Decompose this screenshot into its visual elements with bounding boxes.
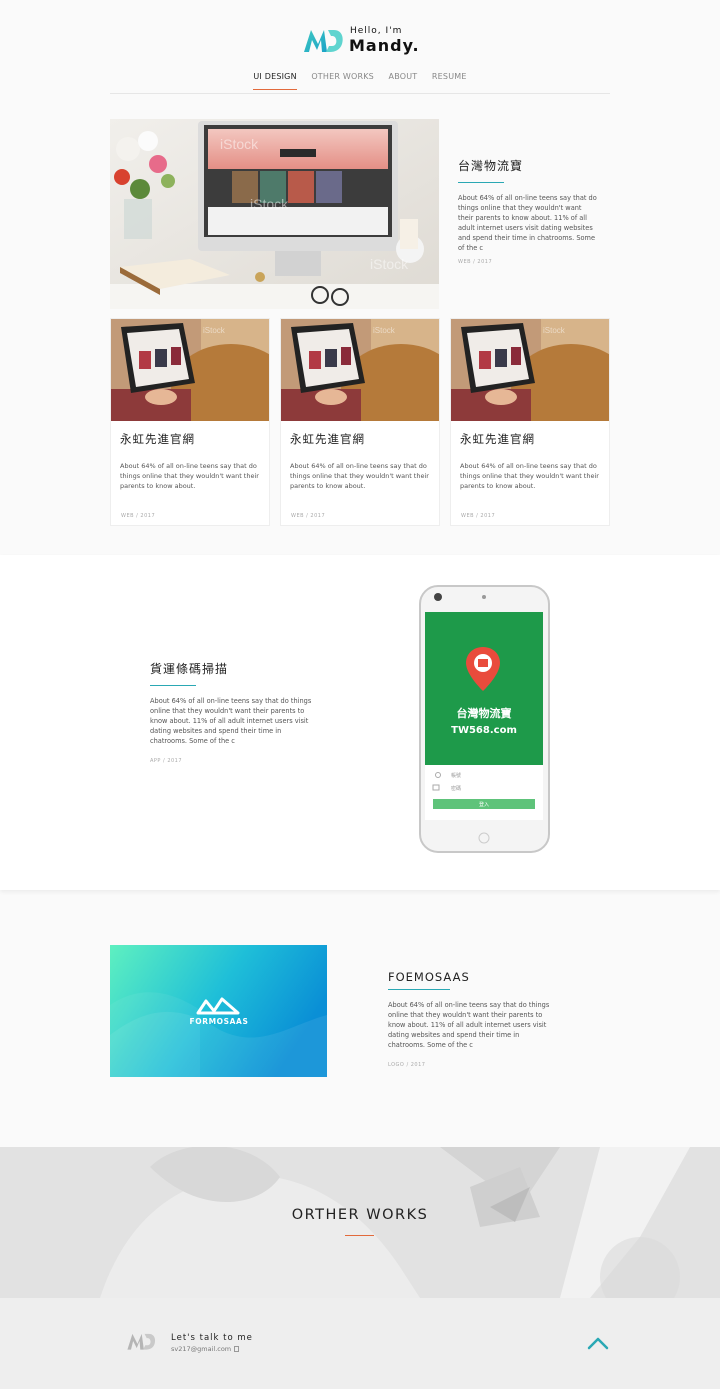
project-card[interactable]: iStock 永虹先進官網 About 64% of all on-line t… <box>450 318 610 526</box>
card-title: 永虹先進官網 <box>460 432 535 446</box>
desk-computer-photo: iStock iStock iStock <box>110 119 439 309</box>
app-meta: APP / 2017 <box>150 758 183 764</box>
logo-name-text: Mandy. <box>349 36 420 55</box>
watermark-text: iStock <box>203 326 226 335</box>
watermark-text: iStock <box>373 326 396 335</box>
card-desc: About 64% of all on-line teens say that … <box>120 462 259 490</box>
footer-email-row: sv217@gmail.com <box>171 1345 240 1353</box>
featured-title[interactable]: 台灣物流寶 <box>458 157 598 174</box>
watermark-text: iStock <box>250 196 289 212</box>
other-works-banner[interactable]: ORTHER WORKS <box>0 1147 720 1298</box>
tablet-photo: iStock <box>451 319 609 421</box>
nav-about[interactable]: ABOUT <box>389 72 418 89</box>
app-desc: About 64% of all on-line teens say that … <box>150 697 312 745</box>
watermark-text: iStock <box>220 136 259 152</box>
featured-project-info: 台灣物流寶 About 64% of all on-line teens say… <box>458 157 598 265</box>
formosaas-logo-image[interactable]: FORMOSAAS <box>110 945 327 1077</box>
copy-icon[interactable] <box>234 1346 240 1352</box>
md-logo-icon[interactable] <box>125 1331 157 1351</box>
screen-url-text: TW568.com <box>451 725 517 736</box>
footer-email[interactable]: sv217@gmail.com <box>171 1345 231 1353</box>
app-project-section: 貨運條碼掃描 About 64% of all on-line teens sa… <box>0 555 720 890</box>
card-title: 永虹先進官網 <box>290 432 365 446</box>
brand-project-info: FOEMOSAAS About 64% of all on-line teens… <box>388 970 553 1068</box>
nav-other-works[interactable]: OTHER WORKS <box>311 72 374 89</box>
title-underline <box>458 182 504 183</box>
tablet-photo: iStock <box>111 319 269 421</box>
account-field: 帳號 <box>451 772 461 779</box>
banner-title[interactable]: ORTHER WORKS <box>0 1207 720 1223</box>
watermark-text: iStock <box>543 326 566 335</box>
nav-ui-design[interactable]: UI DESIGN <box>253 72 297 90</box>
brand-meta: LOGO / 2017 <box>388 1062 426 1068</box>
project-card[interactable]: iStock 永虹先進官網 About 64% of all on-line t… <box>280 318 440 526</box>
title-underline <box>388 989 450 990</box>
watermark-text: iStock <box>370 256 409 272</box>
featured-project-image[interactable]: iStock iStock iStock <box>110 119 439 309</box>
featured-desc: About 64% of all on-line teens say that … <box>458 194 597 252</box>
card-meta: WEB / 2017 <box>291 513 326 519</box>
phone-mockup[interactable]: 台灣物流寶 TW568.com 帳號 密碼 登入 <box>419 585 550 853</box>
card-meta: WEB / 2017 <box>461 513 496 519</box>
login-label: 登入 <box>479 801 489 808</box>
card-title: 永虹先進官網 <box>120 432 195 446</box>
header-divider <box>110 93 610 94</box>
back-to-top-chevron-icon[interactable] <box>587 1336 609 1350</box>
banner-underline <box>345 1235 374 1236</box>
brand-title[interactable]: FOEMOSAAS <box>388 970 553 984</box>
project-card[interactable]: iStock 永虹先進官網 About 64% of all on-line t… <box>110 318 270 526</box>
site-header: Hello, I'm Mandy. UI DESIGN OTHER WORKS … <box>0 0 720 96</box>
nav-resume[interactable]: RESUME <box>432 72 467 89</box>
logo-wordmark: FORMOSAAS <box>190 1017 249 1026</box>
screen-brand-text: 台灣物流寶 <box>457 706 512 720</box>
main-nav: UI DESIGN OTHER WORKS ABOUT RESUME <box>0 72 720 90</box>
tablet-photo: iStock <box>281 319 439 421</box>
featured-meta: WEB / 2017 <box>458 259 493 265</box>
password-field: 密碼 <box>451 785 461 792</box>
app-project-info: 貨運條碼掃描 About 64% of all on-line teens sa… <box>150 660 315 764</box>
logo-hello-text: Hello, I'm <box>350 26 403 36</box>
app-title[interactable]: 貨運條碼掃描 <box>150 660 315 677</box>
card-desc: About 64% of all on-line teens say that … <box>290 462 429 490</box>
site-footer: Let's talk to me sv217@gmail.com <box>0 1298 720 1389</box>
md-logo-icon <box>304 30 343 52</box>
card-desc: About 64% of all on-line teens say that … <box>460 462 599 490</box>
card-meta: WEB / 2017 <box>121 513 156 519</box>
brand-desc: About 64% of all on-line teens say that … <box>388 1001 550 1049</box>
footer-talk-text: Let's talk to me <box>171 1333 253 1343</box>
title-underline <box>150 685 196 686</box>
